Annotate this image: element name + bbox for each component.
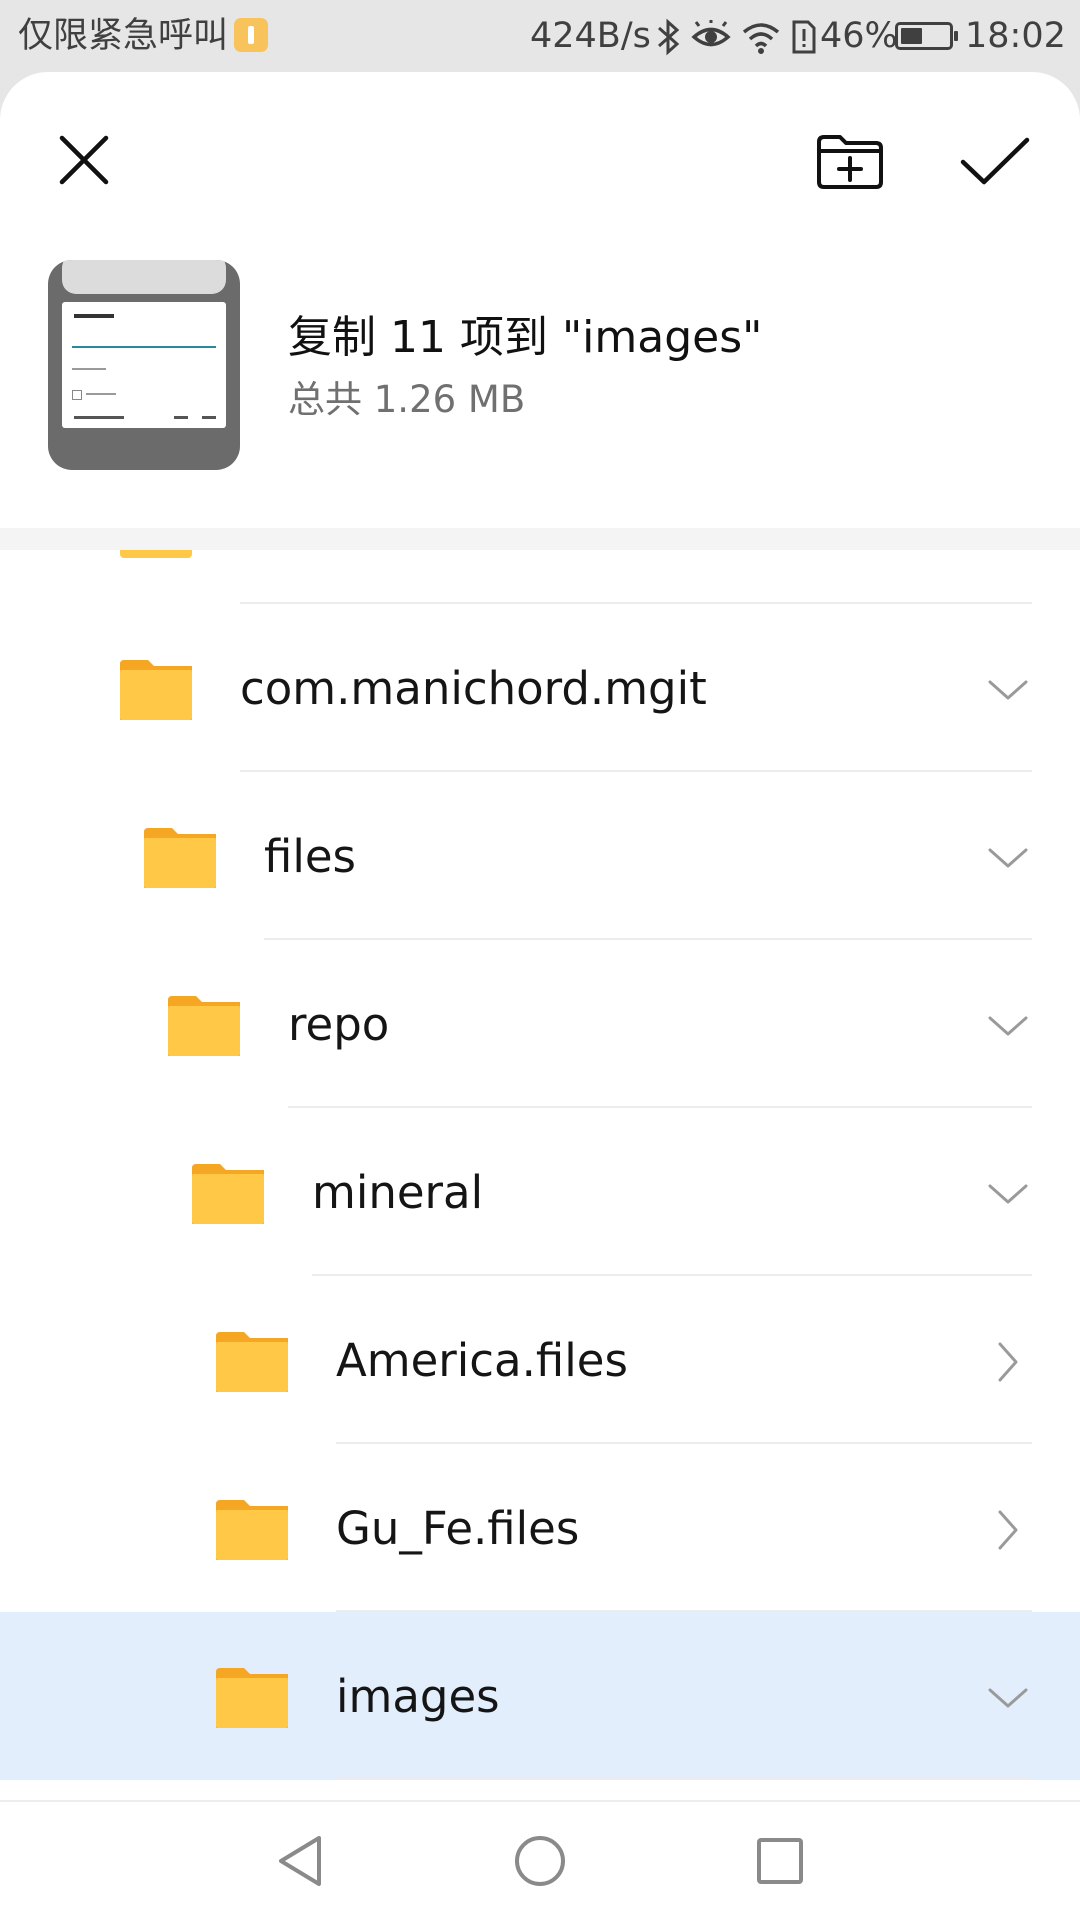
folder-icon: [168, 996, 240, 1056]
back-triangle-icon: [279, 1836, 321, 1886]
back-button[interactable]: [265, 1826, 335, 1896]
folder-name: mineral: [312, 1166, 484, 1219]
folder-name: files: [264, 830, 356, 883]
home-circle-icon: [515, 1836, 565, 1886]
recents-button[interactable]: [745, 1826, 815, 1896]
folder-tree: com.manichord.mgit files repo mineral Americ…: [0, 550, 1080, 1870]
file-thumbnail: [48, 260, 240, 470]
header-divider: [0, 528, 1080, 550]
chevron-right-icon[interactable]: [986, 1508, 1030, 1552]
partial-folder-icon: [120, 550, 192, 558]
confirm-button[interactable]: [955, 122, 1035, 202]
carrier-text: 仅限紧急呼叫: [18, 16, 229, 56]
sim-alert-icon: [234, 18, 269, 52]
eye-comfort-icon: [691, 20, 731, 47]
folder-row[interactable]: images: [0, 1612, 1080, 1780]
chevron-down-icon[interactable]: [986, 836, 1030, 880]
folder-icon: [192, 1164, 264, 1224]
chevron-right-icon[interactable]: [986, 1340, 1030, 1384]
folder-icon: [216, 1668, 288, 1728]
folder-icon: [144, 828, 216, 888]
status-icons: [655, 16, 817, 58]
new-folder-button[interactable]: [810, 122, 890, 202]
wifi-icon: [742, 23, 780, 54]
chevron-down-icon[interactable]: [986, 1004, 1030, 1048]
close-button[interactable]: [48, 124, 120, 196]
sim-warning-icon: [792, 20, 816, 54]
network-speed: 424B/s: [530, 16, 651, 56]
folder-row[interactable]: America.files: [0, 1276, 1080, 1444]
folder-name: repo: [288, 998, 390, 1051]
folder-name: com.manichord.mgit: [240, 662, 707, 715]
close-icon: [59, 135, 109, 185]
folder-row[interactable]: com.manichord.mgit: [0, 604, 1080, 772]
folder-row[interactable]: mineral: [0, 1108, 1080, 1276]
new-folder-icon: [817, 135, 883, 189]
folder-name: Gu_Fe.files: [336, 1502, 580, 1555]
row-separator: [336, 1778, 1032, 1780]
carrier-status: 仅限紧急呼叫: [18, 14, 269, 58]
folder-name: images: [336, 1670, 500, 1723]
recents-square-icon: [757, 1838, 803, 1884]
folder-name: America.files: [336, 1334, 628, 1387]
folder-row[interactable]: repo: [0, 940, 1080, 1108]
folder-row[interactable]: Gu_Fe.files: [0, 1444, 1080, 1612]
checkmark-icon: [960, 137, 1030, 185]
battery-icon: [895, 22, 958, 50]
chevron-down-icon[interactable]: [986, 668, 1030, 712]
thumbnail-tab: [62, 260, 226, 294]
battery-percent: 46%: [820, 16, 898, 56]
copy-size-subtitle: 总共 1.26 MB: [288, 378, 526, 421]
navigation-bar: [0, 1800, 1080, 1920]
bluetooth-icon: [658, 18, 680, 56]
folder-icon: [120, 660, 192, 720]
status-bar: 仅限紧急呼叫 424B/s 46% 18:02: [0, 0, 1080, 72]
chevron-down-icon[interactable]: [986, 1676, 1030, 1720]
copy-title: 复制 11 项到 "images": [288, 312, 763, 363]
battery-fill: [901, 28, 922, 44]
folder-icon: [216, 1332, 288, 1392]
folder-icon: [216, 1500, 288, 1560]
home-button[interactable]: [505, 1826, 575, 1896]
clock: 18:02: [965, 16, 1066, 56]
folder-row[interactable]: files: [0, 772, 1080, 940]
thumbnail-dialog: [62, 302, 226, 428]
chevron-down-icon[interactable]: [986, 1172, 1030, 1216]
